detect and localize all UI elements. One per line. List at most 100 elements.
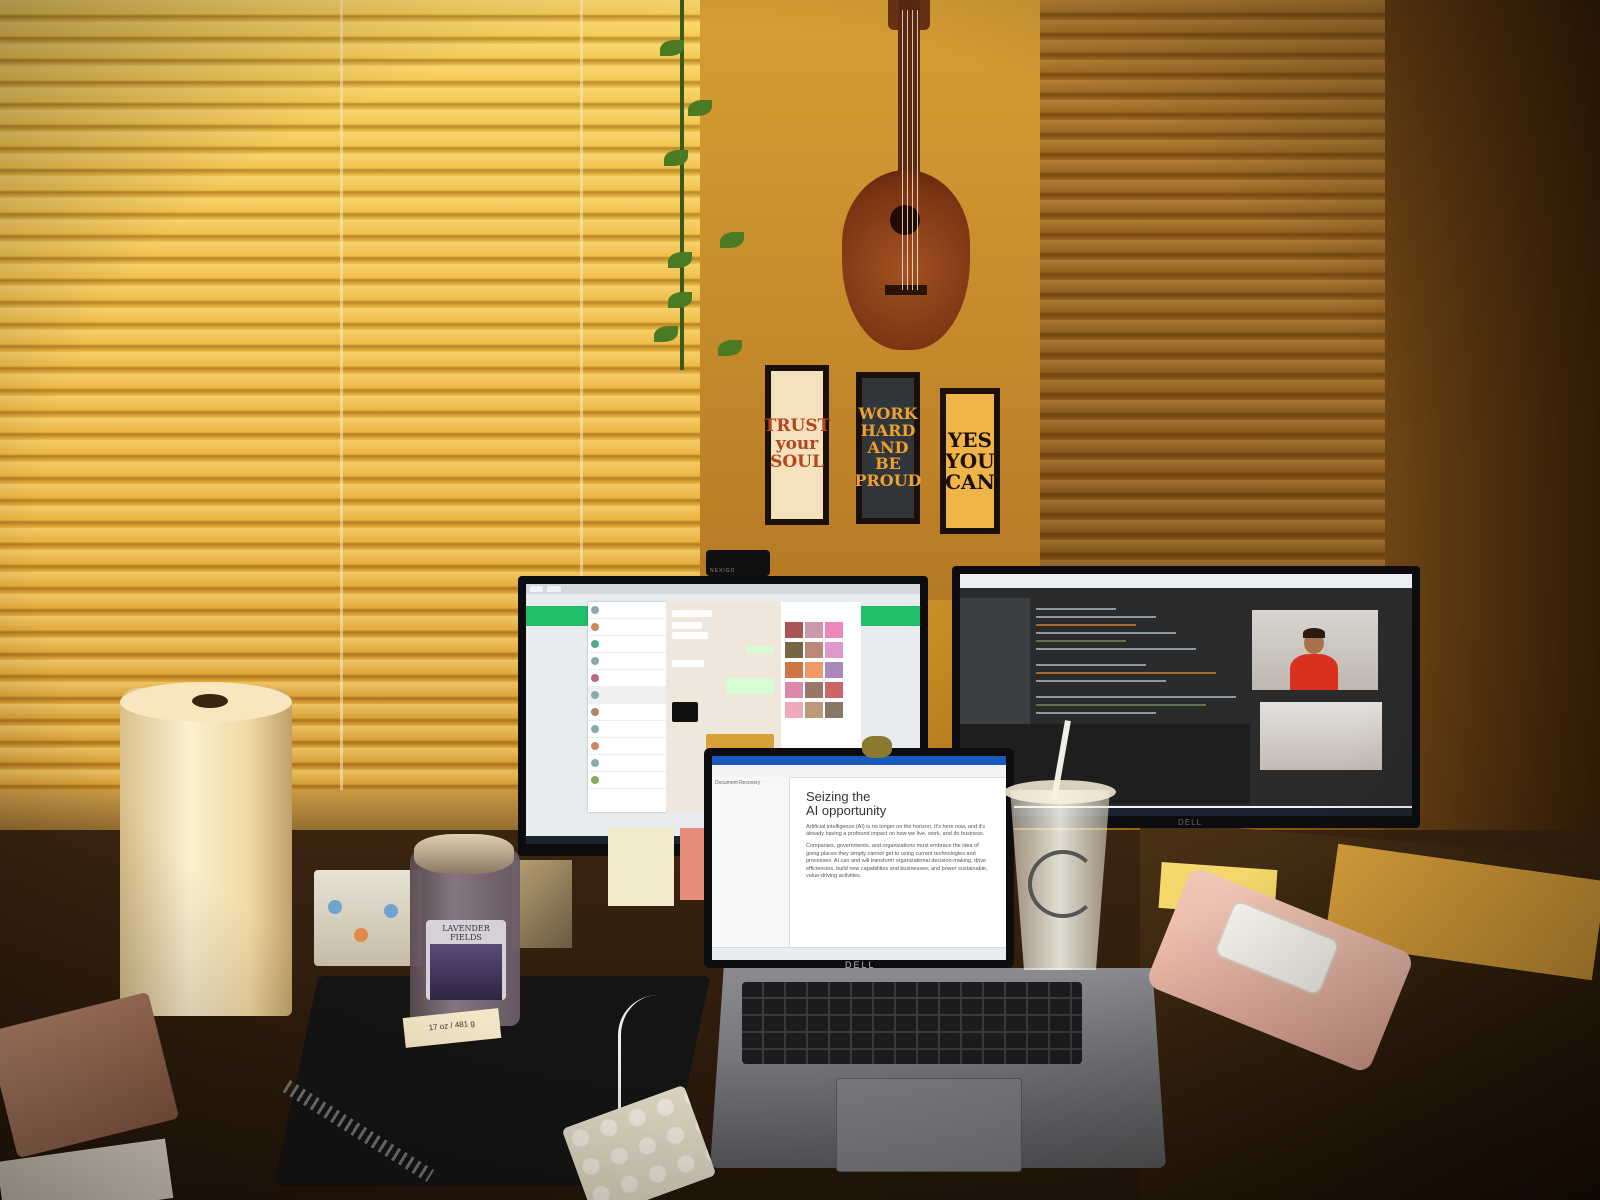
media-thumbnail[interactable] [825,642,843,658]
chat-list-item[interactable] [588,687,666,704]
media-thumbnail[interactable] [805,682,823,698]
candle-label: LAVENDER FIELDS [426,920,506,1000]
cup-lid [1004,780,1116,804]
media-thumbnail[interactable] [785,702,803,718]
chat-list-item[interactable] [588,704,666,721]
message-bubble [672,632,708,639]
document-title-line1: Seizing the [806,789,871,804]
chat-list [588,602,666,812]
browser-tab[interactable] [547,586,561,592]
blind-slats [1040,0,1385,580]
message-bubble [672,610,712,617]
code-line [1036,712,1156,714]
paper-towel-roll [120,688,292,1016]
word-document-window: Document Recovery Seizing the AI opportu… [712,756,1006,960]
word-title-bar [712,756,1006,765]
code-line [1036,680,1166,682]
ukulele-string [902,10,903,290]
message-bubble [672,660,704,667]
code-line [1036,608,1116,610]
chat-list-item[interactable] [588,636,666,653]
media-thumbnail[interactable] [805,702,823,718]
poster-text: WORK HARD AND BE PROUD [854,378,922,518]
desk-setup-photo: TRUST your SOUL WORK HARD AND BE PROUD Y… [0,0,1600,1200]
ukulele-string [907,10,908,290]
chat-list-item[interactable] [588,653,666,670]
chat-list-item[interactable] [588,772,666,789]
code-line [1036,616,1156,618]
candle-label-text: LAVENDER FIELDS [442,924,490,942]
poster-text: YES YOU CAN [945,394,995,528]
media-thumbnail[interactable] [825,702,843,718]
document-recovery-pane: Document Recovery [712,777,790,947]
avatar [591,742,599,750]
hanging-plant-vine [680,0,684,370]
monitor-brand-logo: DELL [1178,818,1203,827]
chat-list-item[interactable] [588,602,666,619]
media-thumbnail[interactable] [785,682,803,698]
poster-trust-your-soul: TRUST your SOUL [764,365,830,525]
laptop-keyboard[interactable] [742,982,1082,1064]
poster-text: TRUST your SOUL [764,371,830,519]
windows-taskbar [712,947,1006,960]
ide-screen [960,574,1412,816]
lavender-illustration [430,944,502,1000]
ukulele-string [917,10,918,290]
chat-list-item[interactable] [588,755,666,772]
code-line [1036,664,1146,666]
video-call-tile-self[interactable] [1260,702,1382,770]
media-thumbnail[interactable] [785,642,803,658]
avatar [591,674,599,682]
tissue-flower-pattern [354,928,368,942]
avatar [591,725,599,733]
laptop-screen: Document Recovery Seizing the AI opportu… [704,748,1014,968]
media-thumbnail[interactable] [785,622,803,638]
browser-tab[interactable] [530,586,544,592]
code-line [1036,624,1136,626]
media-thumbnail[interactable] [825,662,843,678]
code-line [1036,648,1196,650]
avatar [591,691,599,699]
webcam-brand: NEXIGO [710,568,736,574]
avatar [591,657,599,665]
chat-list-item[interactable] [588,619,666,636]
code-line [1036,696,1236,698]
media-thumbnail[interactable] [785,662,803,678]
media-thumbnail[interactable] [805,622,823,638]
ukulele-bridge [885,285,927,295]
laptop-brand-logo: DELL [845,960,876,970]
code-line [1036,672,1216,674]
avatar [591,606,599,614]
ukulele-string [912,10,913,290]
ukulele-soundhole [890,205,920,235]
gift-box [512,860,572,948]
candle-lid [414,834,514,874]
media-thumbnail[interactable] [805,662,823,678]
document-page[interactable]: Seizing the AI opportunity Artificial in… [794,780,1004,940]
media-thumbnail[interactable] [825,622,843,638]
video-call-tile-main[interactable] [1252,610,1378,690]
avatar [591,776,599,784]
media-thumbnail[interactable] [805,642,823,658]
message-bubble [746,646,774,653]
browser-tab-bar [526,584,920,594]
tissue-box [314,870,422,966]
document-title-line2: AI opportunity [806,803,887,819]
handwritten-note [608,828,674,906]
participant-hair [1303,628,1325,638]
ukulele-body [842,170,970,350]
paper-towel-core [192,694,228,708]
window-blinds-right [1040,0,1385,580]
document-paragraph: Artificial intelligence (AI) is no longe… [806,823,986,838]
chat-list-item[interactable] [588,738,666,755]
media-thumbnail[interactable] [825,682,843,698]
code-line [1036,640,1126,642]
chat-list-item[interactable] [588,670,666,687]
poster-yes-you-can: YES YOU CAN [940,388,1000,534]
chat-list-item[interactable] [588,721,666,738]
message-bubble [726,678,774,694]
laptop-camera-figurine [862,736,892,758]
document-paragraph: Companies, governments, and organization… [806,843,988,880]
laptop-touchpad[interactable] [836,1078,1022,1172]
browser-toolbar [960,574,1412,588]
